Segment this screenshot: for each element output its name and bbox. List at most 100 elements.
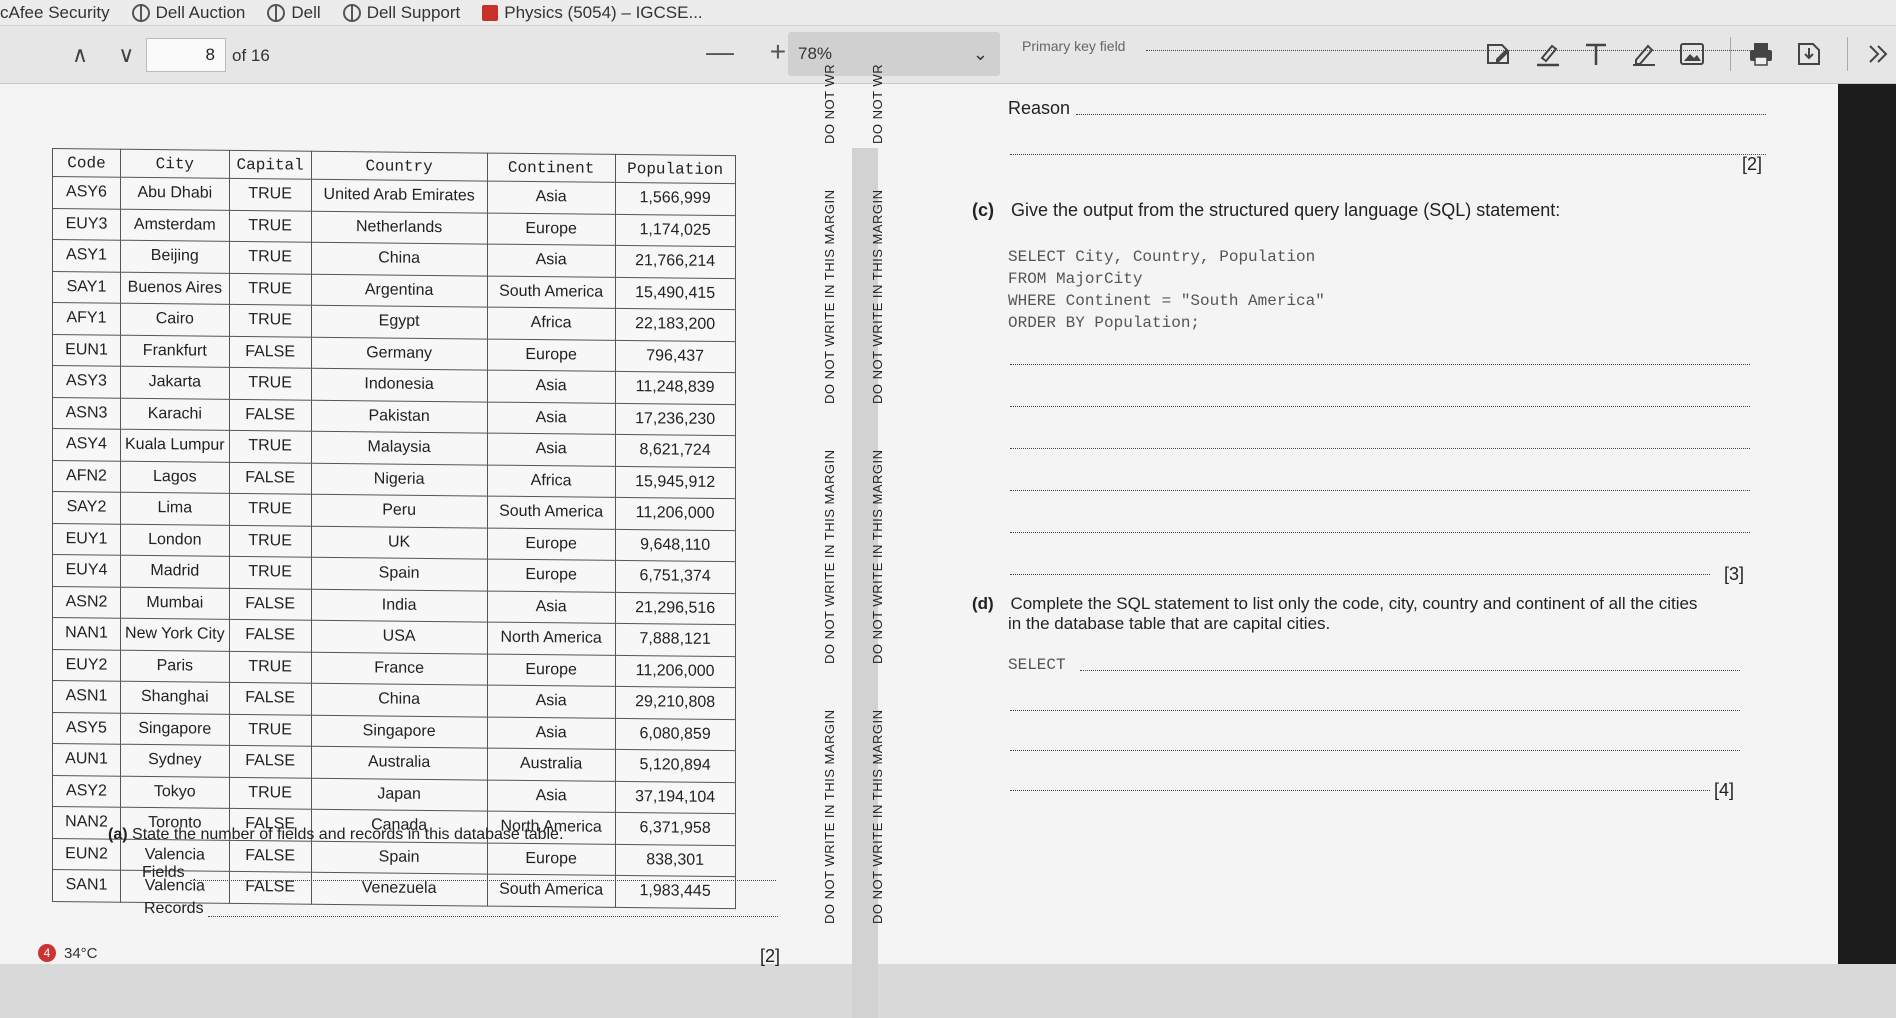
table-cell: ASY3 [52, 365, 121, 398]
bookmark-item[interactable]: Dell Support [342, 2, 461, 23]
table-cell: South America [487, 874, 616, 907]
reason-label: Reason [1008, 98, 1071, 118]
table-cell: Kuala Lumpur [120, 429, 230, 462]
table-cell: Asia [487, 244, 616, 277]
pdf-toolbar: ∧ ∨ 8 of 16 — + 78% ⌄ [0, 26, 1896, 84]
previous-page-button[interactable]: ∧ [72, 42, 88, 67]
highlight-icon[interactable] [1528, 34, 1568, 74]
globe-icon [267, 3, 286, 22]
table-cell: EUY3 [52, 208, 121, 241]
margin-warning: DO NOT WRITE IN THIS MARGIN [870, 449, 885, 664]
bookmark-item[interactable]: Dell [267, 2, 321, 23]
table-cell: Mumbai [120, 586, 230, 620]
question-d-text-line2: in the database table that are capital c… [1008, 614, 1331, 633]
draw-icon[interactable] [1480, 34, 1520, 74]
answer-line [1010, 406, 1750, 407]
table-cell: 37,194,104 [615, 780, 736, 814]
table-cell: United Arab Emirates [311, 179, 488, 213]
table-cell: Sydney [120, 744, 230, 777]
save-icon[interactable] [1789, 34, 1829, 74]
question-d-label: (d) [972, 594, 994, 613]
print-icon[interactable] [1741, 34, 1781, 74]
table-cell: TRUE [229, 272, 312, 306]
question-a-label: (a) [108, 826, 128, 843]
table-cell: Singapore [311, 714, 488, 749]
table-cell: Malaysia [311, 431, 488, 465]
table-cell: Shanghai [120, 681, 230, 714]
table-cell: SAY1 [52, 271, 121, 304]
table-cell: 7,888,121 [615, 623, 736, 657]
table-cell: ASN1 [52, 680, 121, 713]
table-cell: FALSE [229, 587, 312, 621]
table-body: ASY6 Abu Dhabi TRUE United Arab Emirates Asi… [52, 176, 736, 909]
zoom-in-button[interactable]: + [770, 36, 786, 67]
table-cell: Asia [487, 370, 616, 403]
margin-warning: DO NOT WRITE IN THIS MARGIN [822, 709, 837, 924]
question-c-text: Give the output from the structured quer… [1011, 200, 1561, 220]
fields-answer-line [190, 880, 776, 881]
more-icon[interactable] [1858, 34, 1896, 74]
table-cell: New York City [120, 618, 230, 651]
answer-line [1010, 364, 1750, 365]
screen-edge [1838, 84, 1896, 964]
text-icon[interactable] [1576, 34, 1616, 74]
table-cell: Asia [487, 685, 616, 718]
table-cell: Spain [311, 557, 488, 591]
table-cell: TRUE [229, 556, 312, 589]
table-cell: TRUE [229, 304, 312, 337]
table-cell: TRUE [229, 493, 312, 526]
table-cell: Spain [311, 840, 488, 875]
question-c-marks: [3] [1724, 564, 1745, 584]
records-answer-line [208, 916, 778, 917]
table-cell: China [311, 242, 488, 276]
next-page-button[interactable]: ∨ [118, 42, 134, 67]
bookmark-item[interactable]: Dell Auction [131, 3, 245, 23]
table-cell: FALSE [229, 839, 312, 873]
table-cell: 11,206,000 [615, 497, 736, 531]
pen-icon[interactable] [1624, 34, 1664, 74]
table-cell: TRUE [229, 178, 312, 211]
column-header: Population [615, 154, 736, 184]
question-a: (a) State the number of fields and recor… [108, 826, 563, 844]
bookmark-label: Dell Support [366, 2, 461, 22]
answer-line [1010, 532, 1750, 533]
table-cell: Australia [311, 746, 488, 780]
table-cell: ASY5 [52, 712, 121, 745]
table-cell: Australia [487, 748, 616, 781]
table-cell: Europe [487, 527, 616, 561]
column-header: Country [311, 151, 488, 182]
table-cell: 796,437 [615, 339, 736, 373]
table-cell: Jakarta [120, 366, 230, 399]
margin-warning: DO NOT WR [870, 63, 885, 144]
table-cell: China [311, 683, 488, 717]
answer-line [1010, 448, 1750, 449]
question-d-text: Complete the SQL statement to list only … [1010, 594, 1698, 613]
margin-warning: DO NOT WRITE IN THIS MARGIN [870, 709, 885, 924]
zoom-select[interactable]: 78% ⌄ [788, 32, 1000, 76]
bookmark-label: Dell [291, 2, 321, 22]
weather-widget[interactable]: 4 34°C [38, 944, 98, 962]
table-cell: SAY2 [52, 491, 121, 524]
zoom-out-button[interactable]: — [706, 36, 734, 67]
table-cell: 22,183,200 [615, 308, 736, 342]
table-cell: TRUE [229, 776, 312, 810]
table-cell: Europe [487, 559, 616, 592]
bookmark-label: cAfee Security [0, 2, 110, 22]
table-cell: Asia [487, 779, 616, 813]
table-cell: France [311, 651, 488, 686]
table-cell: Europe [487, 212, 616, 246]
bookmarks-bar: cAfee Security Dell Auction Dell Dell Suppo… [0, 0, 1896, 26]
table-cell: Europe [487, 338, 616, 372]
table-cell: FALSE [229, 335, 312, 369]
bookmark-item[interactable]: Physics (5054) – IGCSE... [482, 3, 703, 23]
table-cell: TRUE [229, 241, 312, 274]
site-icon [482, 4, 499, 21]
answer-line [1010, 750, 1740, 751]
notification-badge: 4 [38, 944, 56, 962]
table-cell: SAN1 [52, 869, 121, 902]
image-icon[interactable] [1672, 34, 1712, 74]
table-cell: NAN1 [52, 617, 121, 650]
bookmark-item[interactable]: cAfee Security [0, 3, 110, 23]
page-number-input[interactable]: 8 [146, 38, 226, 72]
table-cell: FALSE [229, 398, 312, 432]
